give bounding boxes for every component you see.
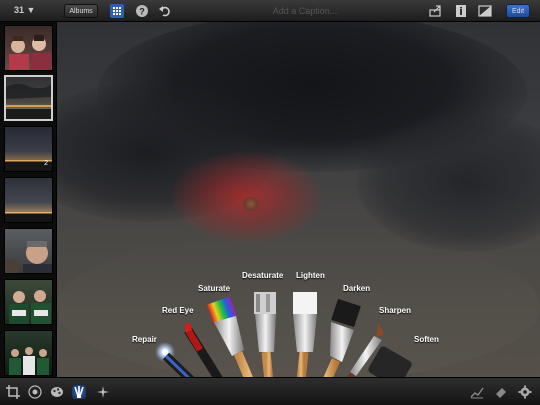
thumbnail-6[interactable] xyxy=(4,279,53,325)
photo-count-dropdown[interactable]: 31 ▼ xyxy=(14,5,35,15)
thumbnail-4[interactable] xyxy=(4,177,53,223)
undo-icon[interactable] xyxy=(158,4,172,18)
svg-text:?: ? xyxy=(139,7,145,17)
effects-icon[interactable] xyxy=(96,385,110,399)
color-icon[interactable] xyxy=(50,385,64,399)
top-toolbar: 31 ▼ Albums ? Add a Caption... Edit xyxy=(0,0,540,22)
darken-label: Darken xyxy=(343,284,371,293)
sharpen-label: Sharpen xyxy=(379,306,412,315)
saturate-label: Saturate xyxy=(198,284,231,293)
info-icon[interactable] xyxy=(454,4,468,18)
show-strokes-icon[interactable] xyxy=(470,385,484,399)
exposure-icon[interactable] xyxy=(28,385,42,399)
soften-label: Soften xyxy=(414,335,439,344)
crop-icon[interactable] xyxy=(6,385,20,399)
thumbnail-strip: 2 xyxy=(0,22,57,377)
repair-label: Repair xyxy=(132,335,157,344)
lighten-label: Lighten xyxy=(296,271,325,280)
red-eye-label: Red Eye xyxy=(162,306,194,315)
edit-button[interactable]: Edit xyxy=(506,4,530,18)
caption-field[interactable]: Add a Caption... xyxy=(250,4,360,18)
haze xyxy=(57,232,540,377)
grid-view-icon[interactable] xyxy=(110,4,124,18)
desaturate-label: Desaturate xyxy=(242,271,284,280)
share-icon[interactable] xyxy=(428,4,442,18)
thumbnail-badge: 2 xyxy=(44,160,48,167)
sun xyxy=(243,197,259,211)
brushes-icon[interactable] xyxy=(72,385,86,399)
albums-button[interactable]: Albums xyxy=(64,4,98,18)
gear-icon[interactable] xyxy=(518,385,532,399)
thumbnail-5[interactable] xyxy=(4,228,53,274)
compare-icon[interactable] xyxy=(478,4,492,18)
thumbnail-2[interactable] xyxy=(4,75,53,121)
thumbnail-7[interactable] xyxy=(4,330,53,376)
eraser-icon[interactable] xyxy=(494,385,508,399)
bottom-toolbar xyxy=(0,377,540,405)
thumbnail-1[interactable] xyxy=(4,25,53,71)
thumbnail-3[interactable]: 2 xyxy=(4,126,53,172)
help-icon[interactable]: ? xyxy=(135,4,149,18)
photo-canvas[interactable] xyxy=(57,22,540,377)
